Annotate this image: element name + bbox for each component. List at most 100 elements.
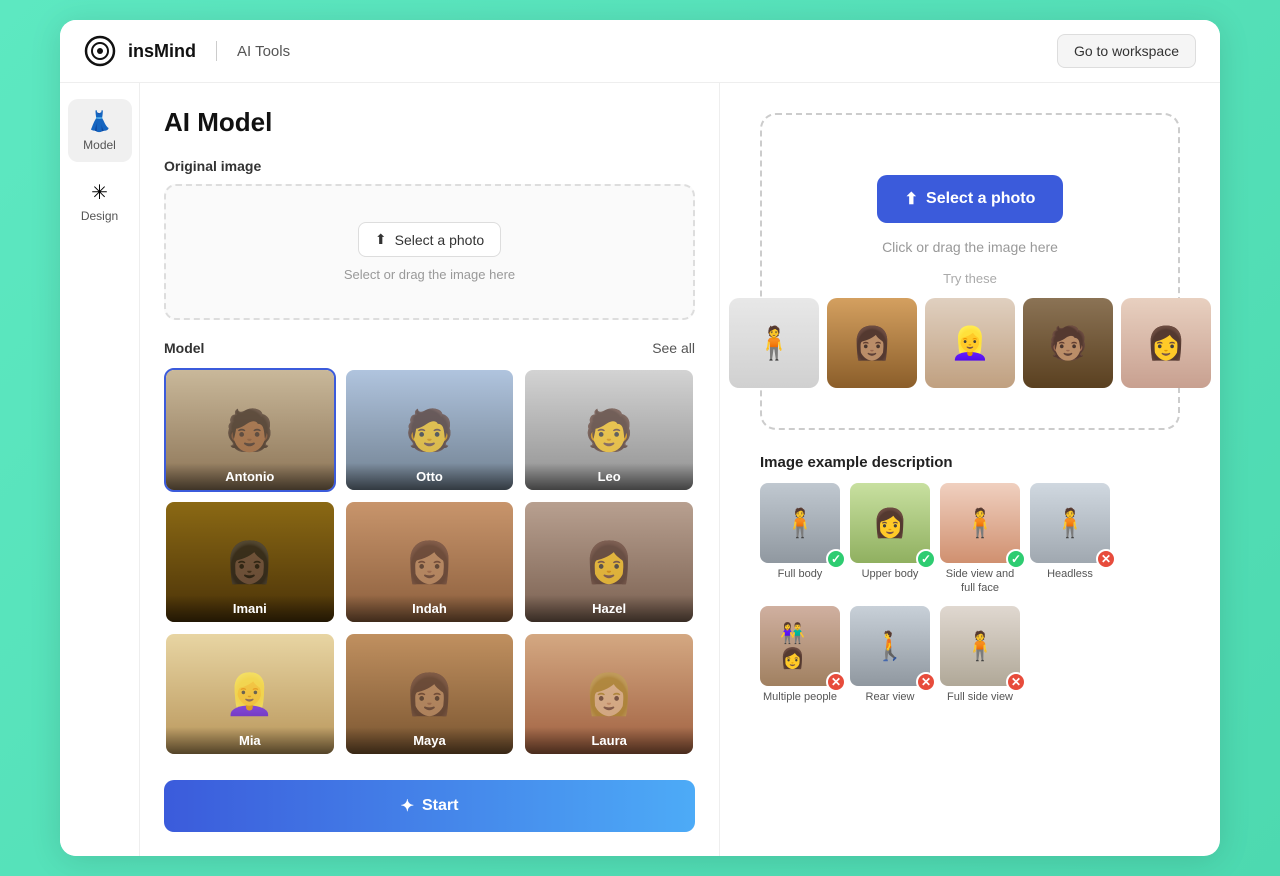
logo-icon: [84, 35, 116, 67]
model-name-indah: Indah: [346, 595, 514, 622]
try-thumb-2[interactable]: 👩🏽: [827, 298, 917, 388]
badge-full-side: ✕: [1006, 672, 1026, 692]
workspace-button[interactable]: Go to workspace: [1057, 34, 1196, 68]
try-thumb-2-inner: 👩🏽: [827, 298, 917, 388]
badge-multiple: ✕: [826, 672, 846, 692]
example-grid-wrapper: 🧍 ✓ Full body 👩 ✓: [760, 483, 1180, 704]
ex-fig-2: 👩: [873, 507, 908, 540]
example-img-multiple: 👫👩 ✕: [760, 606, 840, 686]
model-name-hazel: Hazel: [525, 595, 693, 622]
upload-icon-main: ⬆: [905, 189, 918, 209]
try-figure-3: 👱‍♀️: [950, 324, 990, 362]
example-img-full-body: 🧍 ✓: [760, 483, 840, 563]
example-label-full-body: Full body: [778, 567, 823, 581]
ex-fig-4: 🧍: [1053, 507, 1088, 540]
try-thumb-1[interactable]: 🧍: [729, 298, 819, 388]
model-name-otto: Otto: [346, 463, 514, 490]
original-image-title: Original image: [164, 158, 695, 174]
ex-fig-7: 🧍: [963, 629, 998, 662]
example-item-upper-body: 👩 ✓ Upper body: [850, 483, 930, 596]
try-thumb-1-inner: 🧍: [729, 298, 819, 388]
design-icon: ✳: [91, 180, 108, 205]
example-img-full-side: 🧍 ✕: [940, 606, 1020, 686]
sparkle-icon: ✦: [401, 796, 414, 816]
example-label-multiple: Multiple people: [763, 690, 837, 704]
badge-side-view: ✓: [1006, 549, 1026, 569]
sidebar-item-model[interactable]: 👗 Model: [68, 99, 132, 162]
example-label-full-side: Full side view: [947, 690, 1013, 704]
model-name-leo: Leo: [525, 463, 693, 490]
model-name-mia: Mia: [166, 727, 334, 754]
example-section: Image example description 🧍 ✓ Full body: [760, 454, 1180, 704]
example-label-headless: Headless: [1047, 567, 1093, 581]
example-section-title: Image example description: [760, 454, 1180, 471]
model-name-antonio: Antonio: [166, 463, 334, 490]
example-img-headless: 🧍 ✕: [1030, 483, 1110, 563]
ex-fig-6: 🚶: [873, 629, 908, 662]
example-item-headless: 🧍 ✕ Headless: [1030, 483, 1110, 596]
example-img-upper-body: 👩 ✓: [850, 483, 930, 563]
try-figure-4: 🧑🏽: [1048, 324, 1088, 362]
model-card-indah[interactable]: 👩🏽 Indah: [344, 500, 516, 624]
example-grid: 🧍 ✓ Full body 👩 ✓: [760, 483, 1180, 704]
try-figure-5: 👩: [1146, 324, 1186, 362]
model-name-imani: Imani: [166, 595, 334, 622]
model-card-otto[interactable]: 🧑 Otto: [344, 368, 516, 492]
model-section-header: Model See all: [164, 340, 695, 356]
model-name-laura: Laura: [525, 727, 693, 754]
start-button[interactable]: ✦ Start: [164, 780, 695, 832]
example-item-full-side: 🧍 ✕ Full side view: [940, 606, 1020, 704]
model-grid: 🧑🏾 Antonio 🧑 Otto 🧑 Leo: [164, 368, 695, 756]
logo-area: insMind AI Tools: [84, 35, 290, 67]
sidebar-label-model: Model: [83, 138, 116, 152]
example-item-side-view: 🧍 ✓ Side view and full face: [940, 483, 1020, 596]
try-these-section: Try these 🧍 👩🏽: [729, 271, 1211, 388]
right-panel: ⬆ Select a photo Click or drag the image…: [720, 83, 1220, 856]
model-card-laura[interactable]: 👩🏼 Laura: [523, 632, 695, 756]
try-thumb-3[interactable]: 👱‍♀️: [925, 298, 1015, 388]
model-card-maya[interactable]: 👩🏽 Maya: [344, 632, 516, 756]
see-all-link[interactable]: See all: [652, 340, 695, 356]
drag-hint: Click or drag the image here: [882, 239, 1058, 255]
badge-upper-body: ✓: [916, 549, 936, 569]
select-photo-small-label: Select a photo: [395, 232, 485, 248]
try-thumb-5-inner: 👩: [1121, 298, 1211, 388]
try-these-grid: 🧍 👩🏽 👱‍♀️: [729, 298, 1211, 388]
model-name-maya: Maya: [346, 727, 514, 754]
upload-area[interactable]: ⬆ Select a photo Select or drag the imag…: [164, 184, 695, 320]
badge-headless: ✕: [1096, 549, 1116, 569]
page-title: AI Model: [164, 107, 695, 138]
model-card-imani[interactable]: 👩🏿 Imani: [164, 500, 336, 624]
right-upload-zone[interactable]: ⬆ Select a photo Click or drag the image…: [760, 113, 1180, 430]
try-thumb-5[interactable]: 👩: [1121, 298, 1211, 388]
example-item-rear-view: 🚶 ✕ Rear view: [850, 606, 930, 704]
try-thumb-4[interactable]: 🧑🏽: [1023, 298, 1113, 388]
start-label: Start: [422, 797, 458, 815]
example-label-side-view: Side view and full face: [940, 567, 1020, 596]
example-item-full-body: 🧍 ✓ Full body: [760, 483, 840, 596]
example-item-multiple: 👫👩 ✕ Multiple people: [760, 606, 840, 704]
model-card-leo[interactable]: 🧑 Leo: [523, 368, 695, 492]
select-photo-main-label: Select a photo: [926, 190, 1035, 208]
content-area: AI Model Original image ⬆ Select a photo…: [140, 83, 1220, 856]
model-card-hazel[interactable]: 👩 Hazel: [523, 500, 695, 624]
try-these-label: Try these: [943, 271, 997, 286]
product-label: AI Tools: [237, 43, 290, 60]
sidebar-item-design[interactable]: ✳ Design: [68, 170, 132, 233]
example-img-rear-view: 🚶 ✕: [850, 606, 930, 686]
try-figure-1: 🧍: [754, 324, 794, 362]
app-header: insMind AI Tools Go to workspace: [60, 20, 1220, 83]
badge-full-body: ✓: [826, 549, 846, 569]
select-photo-main-btn[interactable]: ⬆ Select a photo: [877, 175, 1064, 223]
left-panel: AI Model Original image ⬆ Select a photo…: [140, 83, 720, 856]
try-thumb-3-inner: 👱‍♀️: [925, 298, 1015, 388]
badge-rear-view: ✕: [916, 672, 936, 692]
sidebar: 👗 Model ✳ Design: [60, 83, 140, 856]
select-photo-small-btn[interactable]: ⬆ Select a photo: [358, 222, 501, 257]
ex-fig-5: 👫👩: [780, 621, 820, 671]
example-label-rear-view: Rear view: [866, 690, 915, 704]
logo-text: insMind: [128, 41, 196, 62]
model-card-mia[interactable]: 👱‍♀️ Mia: [164, 632, 336, 756]
try-thumb-4-inner: 🧑🏽: [1023, 298, 1113, 388]
model-card-antonio[interactable]: 🧑🏾 Antonio: [164, 368, 336, 492]
